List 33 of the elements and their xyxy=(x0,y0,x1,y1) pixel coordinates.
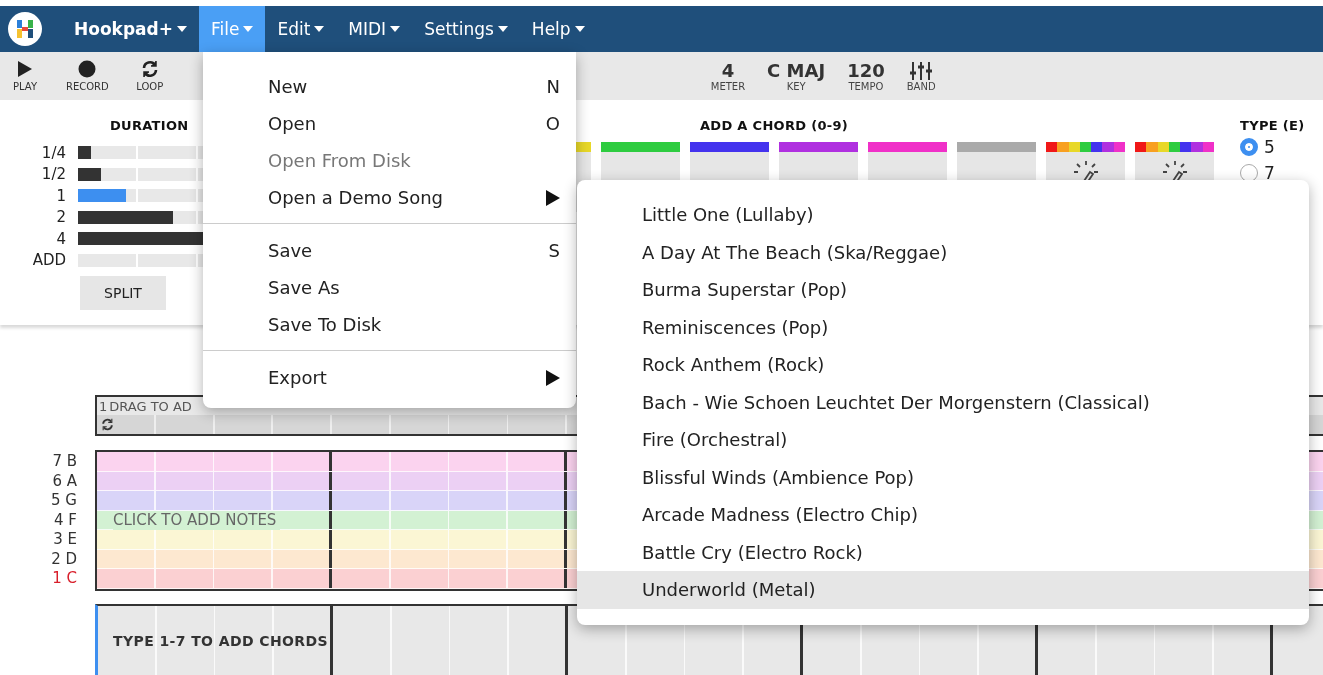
note-label: 5 G xyxy=(50,491,78,511)
duration-label: 2 xyxy=(55,208,67,227)
note-label: 2 D xyxy=(50,549,78,569)
measure-number: 1 xyxy=(99,398,108,414)
add-label: ADD xyxy=(31,251,67,270)
menu-item-label: Export xyxy=(268,367,328,388)
section-title: ADD A CHORD (0-9) xyxy=(700,118,848,133)
shortcut-key: O xyxy=(545,113,560,134)
radio-label: 5 xyxy=(1264,137,1275,157)
notes-hint: CLICK TO ADD NOTES xyxy=(113,511,281,530)
duration-label: 1 xyxy=(55,186,67,205)
note-label: 4 F xyxy=(53,510,78,530)
menu-item-label: Save As xyxy=(268,277,341,298)
menu-item-label: Open a Demo Song xyxy=(268,187,445,208)
shortcut-key: S xyxy=(548,240,560,261)
radio-label: 7 xyxy=(1264,163,1275,183)
menu-item-label: Save xyxy=(268,240,314,261)
duration-label: 4 xyxy=(55,229,67,248)
note-label: 3 E xyxy=(52,530,78,550)
shortcut-key: N xyxy=(546,76,560,97)
note-label: 7 B xyxy=(51,452,78,472)
menu-item-label: Open From Disk xyxy=(268,150,412,171)
duration-label: 1/2 xyxy=(40,165,67,184)
note-label: 1 C xyxy=(51,569,78,589)
section-title: TYPE (E) xyxy=(1240,118,1305,133)
menu-item-label: Open xyxy=(268,113,318,134)
note-label: 6 A xyxy=(51,471,78,491)
duration-label: 1/4 xyxy=(40,143,67,162)
menu-item-label: New xyxy=(268,76,309,97)
chord-track-hint: TYPE 1-7 TO ADD CHORDS xyxy=(113,632,328,649)
timeline-hint: DRAG TO AD xyxy=(109,398,192,414)
section-title: DURATION xyxy=(110,118,189,133)
menu-item-label: Save To Disk xyxy=(268,314,383,335)
